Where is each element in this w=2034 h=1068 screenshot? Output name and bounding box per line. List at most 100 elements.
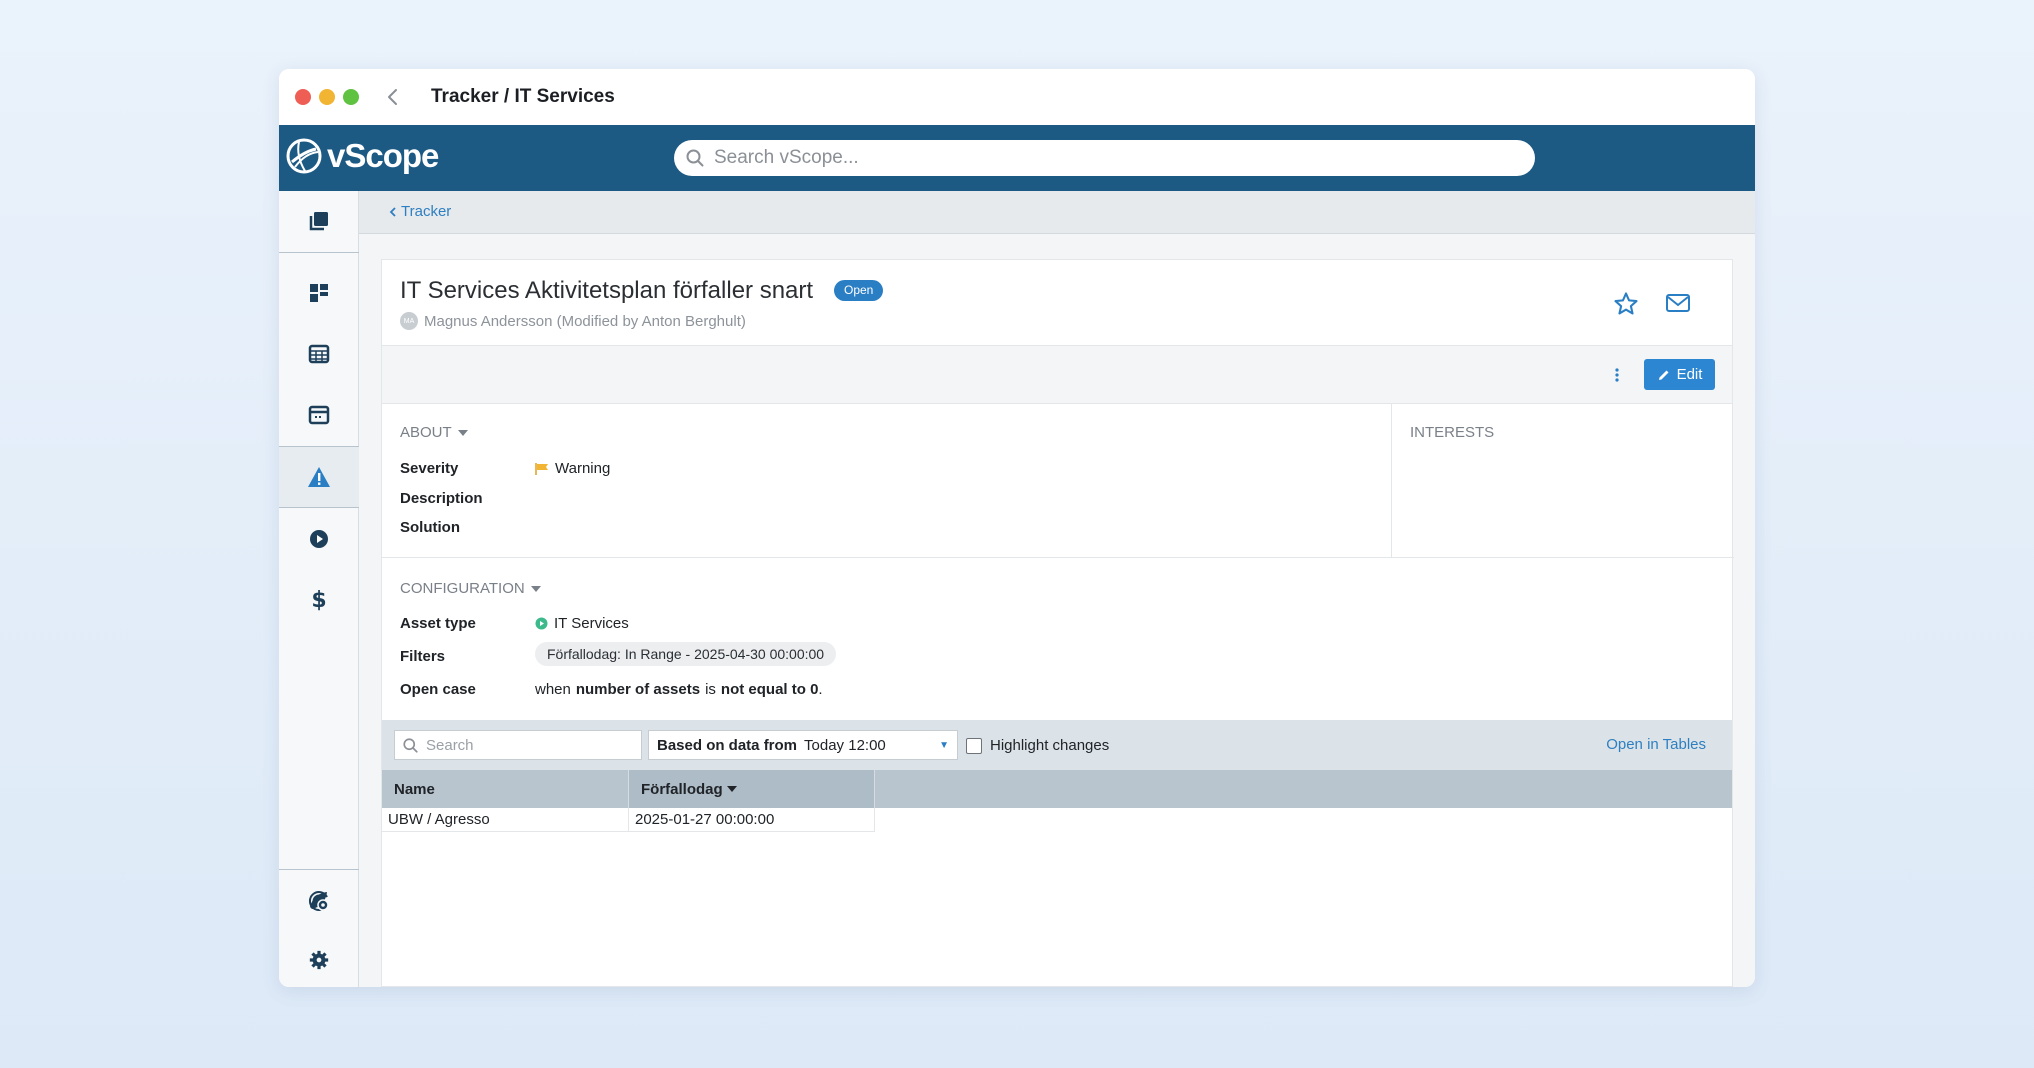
- more-options-button[interactable]: [1610, 364, 1624, 386]
- favorite-button[interactable]: [1612, 290, 1640, 318]
- table-cell-name[interactable]: UBW / Agresso: [382, 808, 629, 832]
- configuration-toggle[interactable]: CONFIGURATION: [400, 580, 541, 597]
- dashboard-icon: [310, 284, 328, 302]
- play-circle-icon: [310, 530, 328, 548]
- chevron-left-icon: [389, 206, 396, 217]
- about-toggle[interactable]: ABOUT: [400, 424, 468, 441]
- interests-section: INTERESTS: [1392, 404, 1734, 558]
- tracker-header: IT Services Aktivitetsplan förfaller sna…: [382, 260, 1732, 346]
- global-search-input[interactable]: Search vScope...: [674, 140, 1535, 176]
- sidebar: $: [279, 191, 359, 987]
- sidebar-item-tables[interactable]: [279, 324, 359, 384]
- pencil-icon: [1658, 370, 1669, 380]
- column-header-forfallodag[interactable]: Förfallodag: [629, 770, 875, 808]
- caret-down-icon: [457, 429, 468, 436]
- close-window-button[interactable]: [295, 89, 311, 105]
- breadcrumb-tracker-link[interactable]: Tracker: [389, 203, 451, 220]
- asset-type-value: IT Services: [535, 615, 629, 632]
- table-search-placeholder: Search: [426, 736, 474, 754]
- sidebar-divider: [279, 252, 359, 253]
- star-icon: [1614, 292, 1638, 315]
- breadcrumb-label: Tracker: [401, 203, 452, 220]
- minimize-window-button[interactable]: [319, 89, 335, 105]
- column-header-name[interactable]: Name: [382, 770, 629, 808]
- email-button[interactable]: [1664, 291, 1692, 317]
- tracker-card: IT Services Aktivitetsplan förfaller sna…: [381, 259, 1734, 987]
- warning-icon: [308, 467, 330, 487]
- open-case-prefix: when: [535, 681, 571, 698]
- sidebar-item-layers[interactable]: [279, 191, 359, 251]
- highlight-changes-checkbox[interactable]: [966, 737, 982, 754]
- table-search-input[interactable]: Search: [394, 730, 642, 760]
- highlight-changes-toggle[interactable]: Highlight changes: [966, 737, 1109, 754]
- description-label: Description: [400, 490, 483, 507]
- flag-icon: [535, 462, 548, 475]
- interests-heading: INTERESTS: [1410, 424, 1495, 441]
- avatar: MA: [400, 312, 418, 330]
- open-in-tables-link[interactable]: Open in Tables: [1606, 736, 1706, 753]
- data-snapshot-select[interactable]: Based on data from Today 12:00 ▼: [648, 730, 958, 760]
- solution-label: Solution: [400, 519, 460, 536]
- zoom-window-button[interactable]: [343, 89, 359, 105]
- asset-type-icon: [535, 617, 548, 630]
- table-header: Name Förfallodag: [382, 770, 1732, 808]
- column-forfallodag-label: Förfallodag: [641, 780, 723, 798]
- severity-value: Warning: [535, 460, 610, 477]
- sidebar-divider-bottom: [279, 869, 359, 870]
- sort-desc-icon: [726, 786, 737, 792]
- action-toolbar: Edit: [382, 346, 1732, 404]
- asset-type-text: IT Services: [554, 615, 629, 632]
- open-case-value: when number of assets is not equal to 0.: [535, 681, 823, 698]
- open-case-is: is: [705, 681, 716, 698]
- logo-text: vScope: [327, 137, 439, 174]
- vscope-logo[interactable]: vScope: [285, 137, 439, 175]
- search-placeholder: Search vScope...: [714, 147, 859, 168]
- sidebar-item-costs[interactable]: $: [279, 570, 359, 630]
- open-case-end: .: [818, 681, 823, 698]
- open-case-metric: number of assets: [575, 681, 701, 698]
- author-text: Magnus Andersson (Modified by Anton Berg…: [424, 312, 746, 330]
- edit-button[interactable]: Edit: [1644, 359, 1715, 390]
- table-filter-bar: Search Based on data from Today 12:00 ▼ …: [382, 720, 1732, 770]
- about-heading: ABOUT: [400, 424, 452, 441]
- based-on-label: Based on data from: [657, 736, 798, 754]
- status-badge: Open: [834, 280, 884, 301]
- column-name-label: Name: [394, 780, 435, 798]
- sidebar-item-deploy[interactable]: [279, 871, 359, 931]
- gear-icon: [309, 950, 329, 969]
- table-icon: [308, 344, 330, 364]
- filter-chip[interactable]: Förfallodag: In Range - 2025-04-30 00:00…: [535, 642, 837, 666]
- asset-type-label: Asset type: [400, 615, 476, 632]
- browser-window-icon: [308, 405, 330, 425]
- byline: MA Magnus Andersson (Modified by Anton B…: [400, 312, 746, 330]
- configuration-section: CONFIGURATION Asset type IT Services Fil…: [382, 558, 1732, 720]
- layers-icon: [309, 212, 328, 231]
- mail-icon: [1666, 294, 1690, 312]
- highlight-changes-label: Highlight changes: [990, 737, 1110, 754]
- about-section: ABOUT Severity Warning Description Solut…: [382, 404, 1392, 558]
- sidebar-item-reports[interactable]: [279, 385, 359, 445]
- title-bar: Tracker / IT Services: [279, 69, 1755, 125]
- chevron-down-icon: ▼: [939, 739, 949, 751]
- sidebar-item-tracker[interactable]: [279, 446, 359, 508]
- app-window: Tracker / IT Services vScope Search vSco…: [279, 69, 1755, 987]
- window-title: Tracker / IT Services: [431, 86, 615, 107]
- caret-down-icon: [530, 585, 541, 592]
- based-on-value: Today 12:00: [804, 736, 886, 754]
- search-icon: [686, 149, 704, 167]
- breadcrumb: Tracker: [359, 191, 1755, 234]
- back-chevron-icon[interactable]: [383, 85, 403, 109]
- table-cell-forfallodag[interactable]: 2025-01-27 00:00:00: [629, 808, 875, 832]
- page-title: IT Services Aktivitetsplan förfaller sna…: [400, 277, 814, 304]
- kebab-menu-icon: [1615, 368, 1619, 382]
- sidebar-item-automation[interactable]: [279, 509, 359, 569]
- sidebar-item-dashboard[interactable]: [279, 263, 359, 323]
- open-case-label: Open case: [400, 681, 476, 698]
- configuration-heading: CONFIGURATION: [400, 580, 525, 597]
- search-icon: [403, 737, 418, 753]
- sidebar-item-settings[interactable]: [279, 932, 359, 987]
- filters-value: Förfallodag: In Range - 2025-04-30 00:00…: [535, 642, 837, 666]
- edit-label: Edit: [1676, 366, 1703, 383]
- globe-logo-icon: [286, 138, 322, 174]
- open-case-operator: not equal to 0: [720, 681, 819, 698]
